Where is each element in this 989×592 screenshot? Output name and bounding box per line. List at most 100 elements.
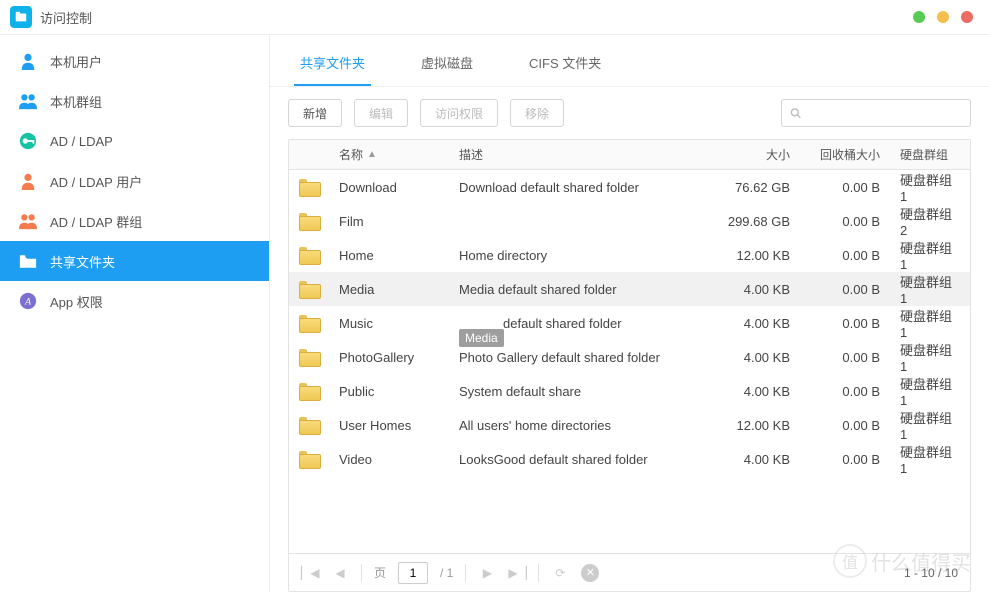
watermark: 值 什么值得买 bbox=[833, 544, 971, 578]
table-row[interactable]: Public System default share 4.00 KB 0.00… bbox=[289, 374, 970, 408]
cell-size: 76.62 GB bbox=[700, 170, 800, 204]
folder-icon bbox=[299, 213, 319, 229]
sidebar-item-5[interactable]: 共享文件夹 bbox=[0, 241, 269, 281]
sidebar-item-2[interactable]: AD / LDAP bbox=[0, 121, 269, 161]
titlebar: 访问控制 bbox=[0, 0, 989, 35]
table-row[interactable]: Home Home directory 12.00 KB 0.00 B 硬盘群组… bbox=[289, 238, 970, 272]
cell-size: 4.00 KB bbox=[700, 272, 800, 306]
sidebar: 本机用户本机群组AD / LDAPAD / LDAP 用户 AD / LDAP 群… bbox=[0, 35, 270, 592]
cell-disk: 硬盘群组 2 bbox=[890, 204, 970, 238]
tab-2[interactable]: CIFS 文件夹 bbox=[523, 45, 607, 86]
cell-disk: 硬盘群组 1 bbox=[890, 340, 970, 374]
minimize-button[interactable] bbox=[913, 11, 925, 23]
table: 名称▲ 描述 大小 回收桶大小 硬盘群组 Download Download d… bbox=[288, 139, 971, 592]
cell-disk: 硬盘群组 1 bbox=[890, 272, 970, 306]
table-row[interactable]: User Homes All users' home directories 1… bbox=[289, 408, 970, 442]
cell-size: 4.00 KB bbox=[700, 442, 800, 476]
tab-1[interactable]: 虚拟磁盘 bbox=[415, 45, 479, 86]
edit-button[interactable]: 编辑 bbox=[354, 99, 408, 127]
cell-recycle: 0.00 B bbox=[800, 340, 890, 374]
cell-disk: 硬盘群组 1 bbox=[890, 374, 970, 408]
table-row[interactable]: Music Mediadefault shared folder 4.00 KB… bbox=[289, 306, 970, 340]
table-row[interactable]: Media Media default shared folder 4.00 K… bbox=[289, 272, 970, 306]
refresh-button[interactable]: ⟳ bbox=[551, 566, 569, 580]
cell-desc: All users' home directories bbox=[459, 418, 611, 433]
remove-button[interactable]: 移除 bbox=[510, 99, 564, 127]
table-row[interactable]: PhotoGallery Photo Gallery default share… bbox=[289, 340, 970, 374]
first-page-button[interactable]: ▏◀ bbox=[301, 566, 319, 580]
cell-name: Download bbox=[329, 170, 449, 204]
page-input[interactable] bbox=[398, 562, 428, 584]
maximize-button[interactable] bbox=[937, 11, 949, 23]
window-title: 访问控制 bbox=[40, 8, 92, 27]
close-button[interactable] bbox=[961, 11, 973, 23]
sidebar-item-label: App 权限 bbox=[50, 292, 103, 311]
cell-desc: Photo Gallery default shared folder bbox=[459, 350, 660, 365]
prev-page-button[interactable]: ◀ bbox=[331, 566, 349, 580]
cell-desc: System default share bbox=[459, 384, 581, 399]
cell-recycle: 0.00 B bbox=[800, 374, 890, 408]
folder-icon bbox=[299, 417, 319, 433]
add-button[interactable]: 新增 bbox=[288, 99, 342, 127]
cell-size: 299.68 GB bbox=[700, 204, 800, 238]
cell-desc: default shared folder bbox=[503, 316, 622, 331]
column-size[interactable]: 大小 bbox=[700, 140, 800, 169]
column-disk[interactable]: 硬盘群组 bbox=[890, 140, 970, 169]
folder-icon bbox=[299, 383, 319, 399]
sort-asc-icon: ▲ bbox=[367, 149, 377, 160]
sidebar-item-label: 本机用户 bbox=[50, 52, 102, 71]
cell-recycle: 0.00 B bbox=[800, 238, 890, 272]
cell-desc: Download default shared folder bbox=[459, 180, 639, 195]
cell-name: Video bbox=[329, 442, 449, 476]
user-icon bbox=[18, 51, 38, 71]
table-row[interactable]: Video LooksGood default shared folder 4.… bbox=[289, 442, 970, 476]
column-name[interactable]: 名称▲ bbox=[329, 140, 449, 169]
cell-disk: 硬盘群组 1 bbox=[890, 442, 970, 476]
cell-name: PhotoGallery bbox=[329, 340, 449, 374]
app-icon bbox=[10, 6, 32, 28]
cell-disk: 硬盘群组 1 bbox=[890, 408, 970, 442]
cell-disk: 硬盘群组 1 bbox=[890, 238, 970, 272]
watermark-icon: 值 bbox=[833, 544, 867, 578]
sidebar-item-4[interactable]: AD / LDAP 群组 bbox=[0, 201, 269, 241]
tabs: 共享文件夹 虚拟磁盘 CIFS 文件夹 bbox=[270, 35, 989, 87]
clear-filter-button[interactable]: ✕ bbox=[581, 564, 599, 582]
folder-icon bbox=[299, 315, 319, 331]
folder-icon bbox=[299, 281, 319, 297]
sidebar-item-label: AD / LDAP 群组 bbox=[50, 212, 142, 231]
tab-0[interactable]: 共享文件夹 bbox=[294, 45, 371, 86]
cell-desc: Media default shared folder bbox=[459, 282, 617, 297]
cell-size: 4.00 KB bbox=[700, 374, 800, 408]
access-button[interactable]: 访问权限 bbox=[420, 99, 498, 127]
cell-recycle: 0.00 B bbox=[800, 204, 890, 238]
cell-desc: LooksGood default shared folder bbox=[459, 452, 648, 467]
group-icon bbox=[18, 91, 38, 111]
sidebar-item-1[interactable]: 本机群组 bbox=[0, 81, 269, 121]
svg-text:A: A bbox=[24, 297, 32, 308]
cell-recycle: 0.00 B bbox=[800, 170, 890, 204]
table-row[interactable]: Download Download default shared folder … bbox=[289, 170, 970, 204]
sidebar-item-label: 共享文件夹 bbox=[50, 252, 115, 271]
sidebar-item-3[interactable]: AD / LDAP 用户 bbox=[0, 161, 269, 201]
table-row[interactable]: Film 299.68 GB 0.00 B 硬盘群组 2 bbox=[289, 204, 970, 238]
column-desc[interactable]: 描述 bbox=[449, 140, 700, 169]
cell-size: 4.00 KB bbox=[700, 306, 800, 340]
cell-size: 12.00 KB bbox=[700, 238, 800, 272]
sidebar-item-6[interactable]: A App 权限 bbox=[0, 281, 269, 321]
key-icon bbox=[18, 131, 38, 151]
total-pages: / 1 bbox=[440, 566, 453, 580]
folder-icon bbox=[18, 251, 38, 271]
cell-size: 4.00 KB bbox=[700, 340, 800, 374]
column-recycle[interactable]: 回收桶大小 bbox=[800, 140, 890, 169]
table-body: Download Download default shared folder … bbox=[289, 170, 970, 553]
search-box[interactable] bbox=[781, 99, 971, 127]
sidebar-item-0[interactable]: 本机用户 bbox=[0, 41, 269, 81]
last-page-button[interactable]: ▶▕ bbox=[508, 566, 526, 580]
cell-size: 12.00 KB bbox=[700, 408, 800, 442]
user-icon bbox=[18, 171, 38, 191]
next-page-button[interactable]: ▶ bbox=[478, 566, 496, 580]
search-input[interactable] bbox=[807, 106, 962, 120]
cell-name: Music bbox=[329, 306, 449, 340]
search-icon bbox=[790, 106, 801, 120]
cell-recycle: 0.00 B bbox=[800, 408, 890, 442]
